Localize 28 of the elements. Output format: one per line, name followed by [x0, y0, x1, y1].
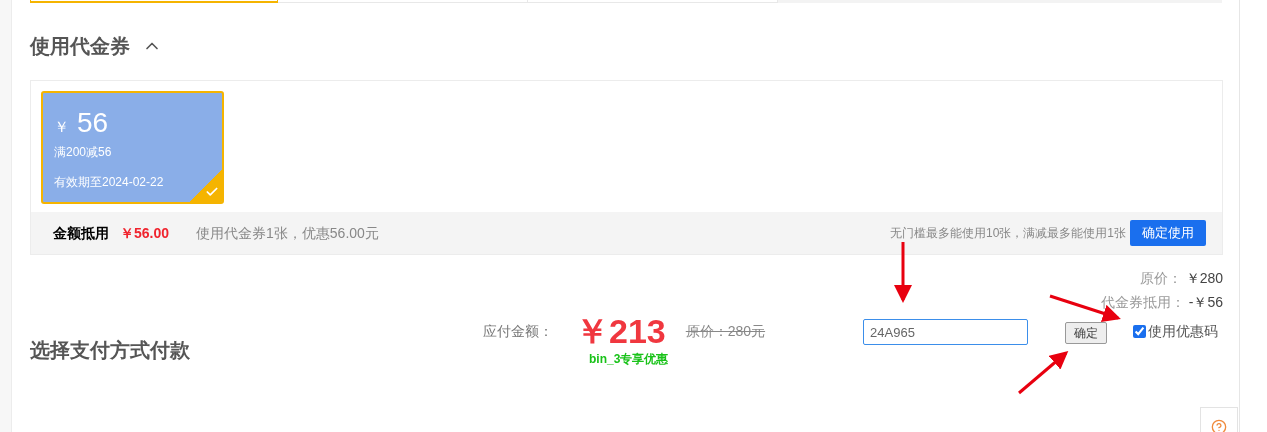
original-price: 原价：280元 [685, 321, 766, 341]
summary-note: 使用代金券1张，优惠56.00元 [196, 223, 379, 243]
limit-note: 无门槛最多能使用10张，满减最多能使用1张 [889, 225, 1126, 242]
price-label: 原价： [1139, 269, 1182, 287]
annotation-arrow [1018, 351, 1069, 395]
voucher-validity: 有效期至2024-02-22 [54, 174, 165, 191]
tab[interactable] [30, 0, 278, 3]
price-value: ￥280 [1185, 269, 1223, 287]
currency-sign: ￥ [54, 117, 69, 137]
price-value: -￥56 [1188, 293, 1223, 311]
checkbox-label: 使用优惠码 [1148, 322, 1219, 341]
price-label: 代金券抵用： [1100, 293, 1185, 311]
annotation-arrow [894, 242, 912, 303]
voucher-amount: 56 [77, 107, 109, 139]
summary-label: 金额抵用 [53, 223, 109, 243]
voucher-rule: 满200减56 [54, 144, 113, 161]
payable-label: 应付金额： [483, 321, 553, 341]
promo-code-checkbox[interactable] [1133, 325, 1147, 338]
promo-code-field[interactable]: 24A965 [863, 319, 1029, 345]
summary-amount: ￥56.00 [120, 223, 170, 243]
help-button[interactable] [1200, 407, 1238, 432]
payable-total: ￥213 [575, 312, 666, 350]
apply-button[interactable]: 确定 [1065, 322, 1108, 344]
section-title: 选择支付方式付款 [30, 338, 191, 363]
section-title: 使用代金券 [30, 34, 130, 59]
promo-note: bin_3专享优惠 [589, 351, 670, 368]
confirm-button[interactable]: 确定使用 [1130, 220, 1206, 246]
help-icon [1211, 419, 1227, 432]
